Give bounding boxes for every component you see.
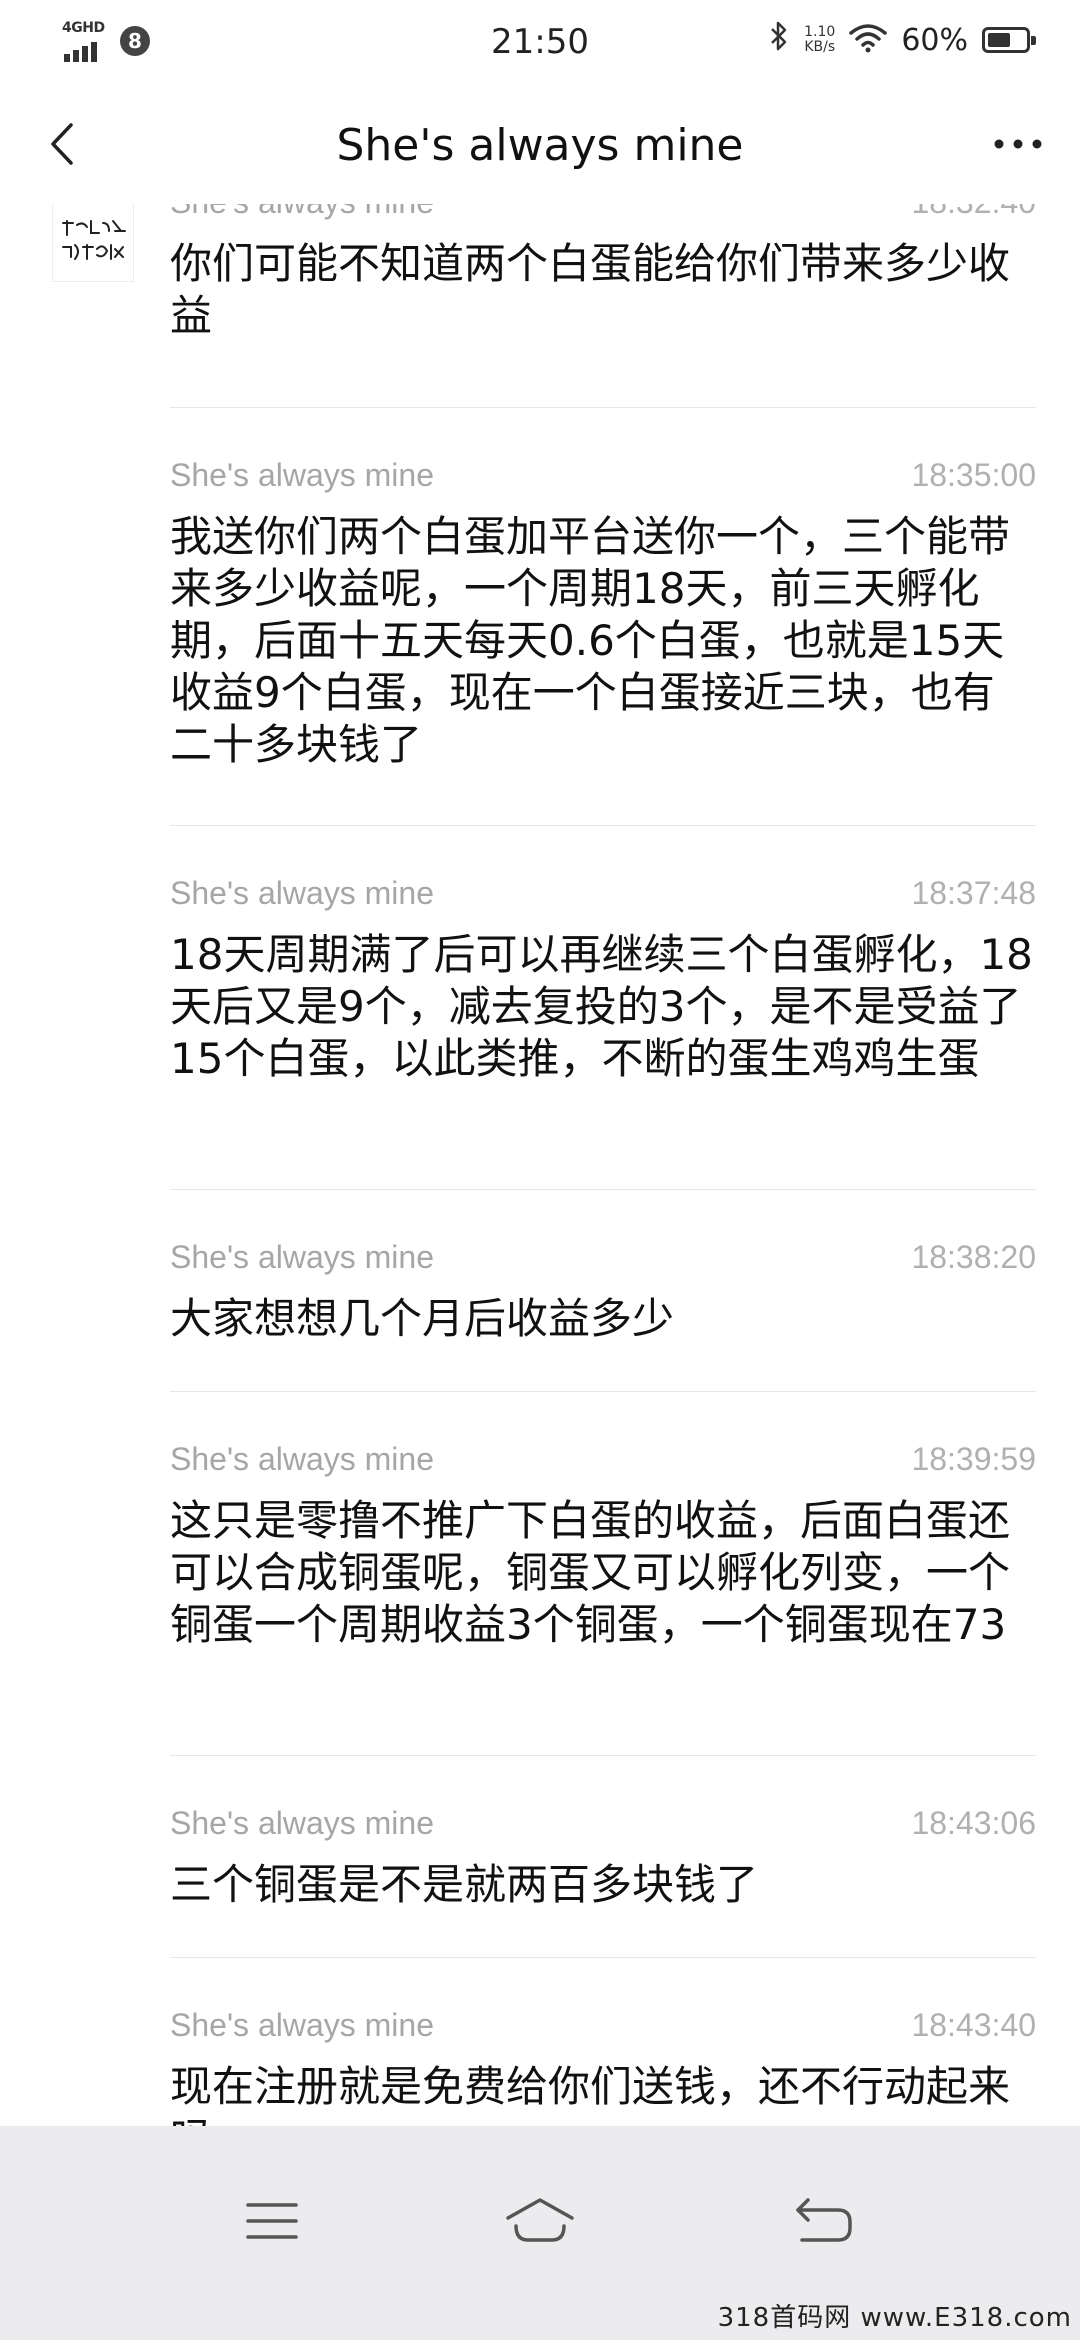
message-text: 这只是零撸不推广下白蛋的收益，后面白蛋还可以合成铜蛋呢，铜蛋又可以孵化列变，一个… [170, 1496, 1011, 1649]
chat-header: She's always mine [0, 84, 1080, 205]
avatar[interactable] [52, 204, 134, 282]
divider [170, 407, 1036, 408]
status-right: 1.10 KB/s 60% [768, 20, 1036, 60]
sender-name: She's always mine [170, 875, 434, 911]
speed-unit: KB/s [804, 39, 836, 55]
message-item[interactable]: She's always mine 18:43:40 现在注册就是免费给你们送钱… [170, 2007, 1036, 2126]
wifi-icon [849, 23, 888, 57]
divider [170, 1957, 1036, 1958]
sender-name: She's always mine [170, 1441, 434, 1477]
battery-percent: 60% [901, 22, 968, 58]
message-text: 大家想想几个月后收益多少 [170, 1294, 675, 1343]
message-time: 18:43:06 [911, 1805, 1036, 1841]
message-text: 你们可能不知道两个白蛋能给你们带来多少收益 [170, 239, 1011, 340]
sender-name: She's always mine [170, 1239, 434, 1275]
message-item[interactable]: She's always mine 18:38:20 大家想想几个月后收益多少 [170, 1239, 1036, 1345]
chat-title: She's always mine [336, 120, 744, 171]
sender-name: She's always mine [170, 457, 434, 493]
message-time: 18:35:00 [911, 457, 1036, 493]
return-icon [796, 2198, 852, 2242]
sender-name: She's always mine [170, 204, 434, 221]
back-nav-button[interactable] [784, 2186, 864, 2256]
speed-value: 1.10 [804, 24, 836, 40]
message-time: 18:32:40 [911, 204, 1036, 221]
message-text: 18天周期满了后可以再继续三个白蛋孵化，18天后又是9个，减去复投的3个，是不是… [170, 930, 1033, 1083]
home-button[interactable] [500, 2186, 580, 2256]
bluetooth-icon [768, 20, 790, 60]
message-item[interactable]: She's always mine 18:32:40 你们可能不知道两个白蛋能给… [170, 204, 1036, 342]
message-time: 18:37:48 [911, 875, 1036, 911]
message-text: 现在注册就是免费给你们送钱，还不行动起来吗 [170, 2062, 1011, 2126]
message-time: 18:43:40 [911, 2007, 1036, 2043]
message-item[interactable]: She's always mine 18:39:59 这只是零撸不推广下白蛋的收… [170, 1441, 1036, 1651]
divider [170, 1189, 1036, 1190]
message-item[interactable]: She's always mine 18:35:00 我送你们两个白蛋加平台送你… [170, 457, 1036, 771]
message-text: 我送你们两个白蛋加平台送你一个，三个能带来多少收益呢，一个周期18天，前三天孵化… [170, 512, 1011, 769]
message-time: 18:39:59 [911, 1441, 1036, 1477]
network-speed: 1.10 KB/s [804, 25, 835, 55]
message-time: 18:38:20 [911, 1239, 1036, 1275]
message-item[interactable]: She's always mine 18:43:06 三个铜蛋是不是就两百多块钱… [170, 1805, 1036, 1911]
message-text: 三个铜蛋是不是就两百多块钱了 [170, 1860, 759, 1909]
message-list[interactable]: She's always mine 18:32:40 你们可能不知道两个白蛋能给… [0, 204, 1080, 2126]
menu-lines-icon [246, 2203, 298, 2239]
system-navigation-bar: 318首码网 www.E318.com [0, 2126, 1080, 2340]
home-icon [506, 2198, 574, 2242]
sender-name: She's always mine [170, 1805, 434, 1841]
status-bar: 4GHD 8 21:50 1.10 KB/s 60% [0, 0, 1080, 84]
divider [170, 825, 1036, 826]
menu-button[interactable] [232, 2186, 312, 2256]
divider [170, 1755, 1036, 1756]
watermark: 318首码网 www.E318.com [717, 2303, 1072, 2333]
sender-name: She's always mine [170, 2007, 434, 2043]
more-dots-icon [994, 139, 1042, 149]
message-item[interactable]: She's always mine 18:37:48 18天周期满了后可以再继续… [170, 875, 1036, 1085]
battery-level-fill [988, 33, 1010, 47]
more-button[interactable] [986, 112, 1050, 176]
battery-icon [982, 27, 1036, 53]
divider [170, 1391, 1036, 1392]
